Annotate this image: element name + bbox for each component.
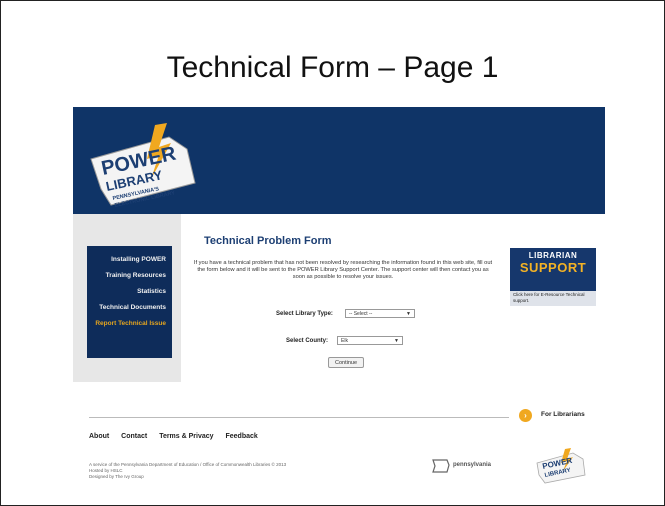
- footer-divider: [89, 417, 509, 418]
- footer-link-feedback[interactable]: Feedback: [226, 433, 258, 440]
- sidebar-item-technical-documents[interactable]: Technical Documents: [87, 304, 172, 312]
- form-title: Technical Problem Form: [204, 235, 332, 247]
- librarian-support-banner[interactable]: LIBRARIAN SUPPORT: [510, 248, 596, 291]
- power-library-logo: POWER LIBRARY PENNSYLVANIA'S ELECTRONIC …: [90, 123, 196, 209]
- footer-link-contact[interactable]: Contact: [121, 433, 147, 440]
- footer-credit-line: Designed by The Ivy Group: [89, 474, 144, 479]
- librarian-support-note[interactable]: Click here for E-Resource Technical supp…: [510, 291, 596, 306]
- footer-link-about[interactable]: About: [89, 433, 109, 440]
- form-description: If you have a technical problem that has…: [193, 260, 493, 280]
- footer-links: About Contact Terms & Privacy Feedback: [89, 433, 268, 440]
- sidebar-nav: Installing POWER Training Resources Stat…: [87, 246, 172, 358]
- slide-title: Technical Form – Page 1: [166, 51, 499, 84]
- county-select[interactable]: Elk ▼: [337, 336, 403, 345]
- county-label: Select County:: [286, 338, 329, 344]
- footer-credits: A service of the Pennsylvania Department…: [89, 462, 389, 480]
- chevron-down-icon: ▼: [406, 311, 411, 317]
- librarian-support-heading: LIBRARIAN: [528, 251, 578, 260]
- website-screenshot: POWER LIBRARY PENNSYLVANIA'S ELECTRONIC …: [73, 107, 605, 505]
- library-type-label: Select Library Type:: [276, 311, 333, 317]
- sidebar-item-training-resources[interactable]: Training Resources: [87, 272, 172, 280]
- header-banner: POWER LIBRARY PENNSYLVANIA'S ELECTRONIC …: [73, 107, 605, 214]
- continue-button[interactable]: Continue: [328, 357, 364, 368]
- library-type-select[interactable]: -- Select -- ▼: [345, 309, 415, 318]
- arrow-right-icon[interactable]: ›: [519, 409, 532, 422]
- sidebar-item-statistics[interactable]: Statistics: [87, 288, 172, 296]
- librarian-support-title: SUPPORT: [519, 260, 587, 275]
- county-value: Elk: [341, 338, 348, 344]
- for-librarians-link[interactable]: For Librarians: [541, 411, 585, 418]
- chevron-down-icon: ▼: [394, 338, 399, 344]
- pennsylvania-logo-text: pennsylvania: [453, 462, 492, 468]
- sidebar-item-installing-power[interactable]: Installing POWER: [87, 256, 172, 264]
- slide-frame: Technical Form – Page 1 POWER LIBRARY PE…: [0, 0, 665, 506]
- library-type-value: -- Select --: [349, 311, 373, 317]
- footer-link-terms[interactable]: Terms & Privacy: [159, 433, 213, 440]
- sidebar-item-report-technical-issue[interactable]: Report Technical Issue: [87, 320, 172, 328]
- power-library-small-logo: POWER LIBRARY: [536, 448, 586, 484]
